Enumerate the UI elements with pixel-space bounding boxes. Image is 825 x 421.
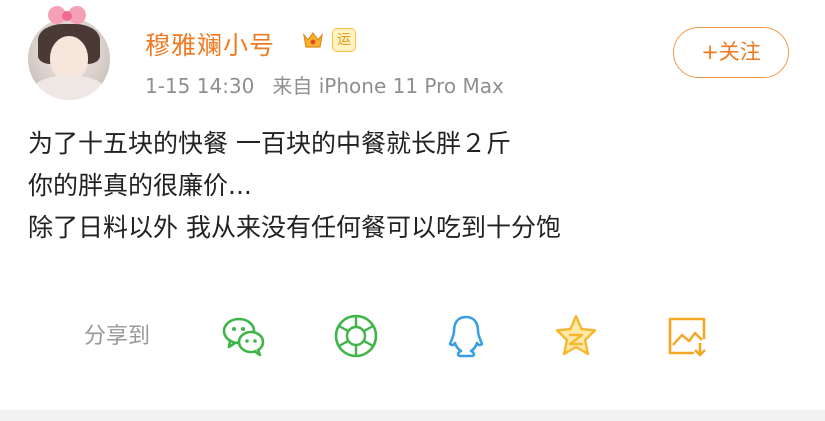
qzone-icon[interactable] [553,313,599,359]
post-meta: 1-15 14:30 来自 iPhone 11 Pro Max [145,70,504,99]
avatar-face [50,36,88,80]
crown-icon[interactable] [301,28,325,52]
post-line: 为了十五块的快餐 一百块的中餐就长胖２斤 [28,129,511,158]
follow-button[interactable]: +关注 [673,27,789,78]
post-time: 1-15 14:30 [145,74,255,98]
post-source: 来自 iPhone 11 Pro Max [272,74,504,98]
divider [0,410,825,421]
share-label: 分享到 [84,324,151,349]
qq-icon[interactable] [443,313,489,359]
avatar-body [32,76,106,100]
post-content: 为了十五块的快餐 一百块的中餐就长胖２斤 你的胖真的很廉价... 除了日料以外 … [28,123,561,249]
user-name[interactable]: 穆雅斓小号 [145,26,275,62]
avatar[interactable] [28,18,110,100]
moments-icon[interactable] [333,313,379,359]
post-line: 除了日料以外 我从来没有任何餐可以吃到十分饱 [28,213,561,242]
save-image-icon[interactable] [664,313,710,359]
post-line: 你的胖真的很廉价... [28,171,252,200]
bow-decoration [48,4,88,28]
wechat-icon[interactable] [221,313,267,359]
badge-tag[interactable]: 运 [332,28,356,52]
